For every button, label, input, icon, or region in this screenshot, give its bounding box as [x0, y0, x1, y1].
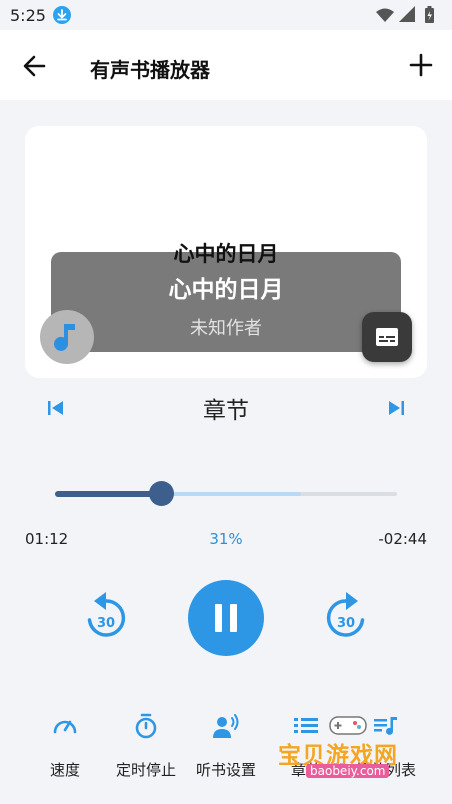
music-note-icon [54, 324, 75, 351]
wifi-icon [376, 8, 394, 22]
signal-icon [399, 6, 415, 22]
progress-thumb[interactable] [149, 481, 174, 506]
music-note-button[interactable] [40, 310, 94, 364]
remaining-time: -02:44 [378, 530, 427, 548]
chapters-label: 章节 [290, 761, 321, 779]
next-chapter-button[interactable] [384, 396, 408, 420]
stopwatch-icon [135, 713, 157, 739]
skip-next-icon [389, 401, 404, 415]
speed-label: 速度 [49, 761, 80, 779]
pause-icon [215, 604, 237, 632]
page-title: 有声书播放器 [90, 58, 210, 82]
forward-30-icon: 30 [326, 592, 365, 637]
playlist-label: 播放列表 [355, 761, 416, 779]
download-icon [53, 6, 71, 24]
subtitles-button[interactable] [362, 312, 412, 362]
cover-card: 心中的日月 心中的日月 未知作者 [25, 126, 427, 378]
back-button[interactable] [20, 52, 50, 80]
playlist-button[interactable]: 播放列表 [346, 712, 426, 782]
listening-settings-label: 听书设置 [195, 761, 256, 779]
speedometer-icon [53, 720, 77, 734]
book-title-shadow: 心中的日月 [173, 242, 279, 266]
arrow-back-icon [23, 55, 46, 77]
subtitles-icon [376, 328, 398, 346]
status-bar: 5:25 [0, 0, 452, 30]
chapters-button[interactable]: 章节 [266, 712, 346, 782]
app-bar: 有声书播放器 [0, 30, 452, 100]
rewind-30-button[interactable]: 30 [82, 590, 130, 642]
playlist-icon [374, 717, 397, 735]
plus-icon [409, 53, 433, 77]
sleep-timer-button[interactable]: 定时停止 [106, 712, 186, 782]
replay-30-icon: 30 [87, 592, 126, 637]
sleep-timer-label: 定时停止 [115, 761, 176, 779]
forward-seconds: 30 [337, 616, 355, 631]
pause-button[interactable] [188, 580, 264, 656]
progress-fill [55, 491, 161, 497]
add-button[interactable] [408, 52, 434, 78]
forward-30-button[interactable]: 30 [322, 590, 370, 642]
battery-icon [425, 6, 434, 23]
rewind-seconds: 30 [97, 616, 115, 631]
status-icons [376, 6, 442, 24]
chapter-list-icon [294, 718, 318, 733]
listening-settings-button[interactable]: 听书设置 [186, 712, 266, 782]
status-time: 5:25 [10, 6, 46, 25]
speed-button[interactable]: 速度 [25, 712, 105, 782]
voice-settings-icon [213, 714, 239, 738]
book-title: 心中的日月 [168, 277, 284, 303]
